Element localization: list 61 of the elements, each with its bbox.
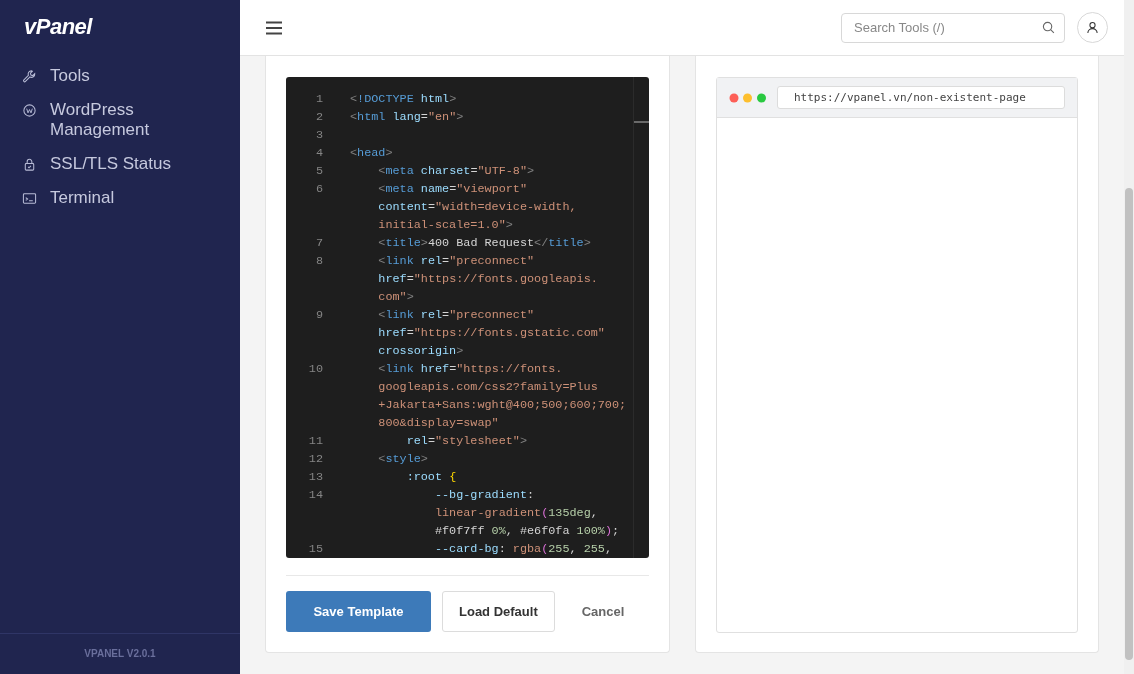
code-line: crossorigin> [377, 343, 464, 360]
nav-item[interactable]: Tools [22, 66, 202, 86]
line-number: 8 [314, 253, 323, 270]
code-line: 800&display=swap" [377, 415, 499, 432]
save-button[interactable]: Save Template [286, 591, 431, 632]
code-line: <link rel="preconnect" [377, 307, 535, 324]
line-number: 12 [307, 451, 323, 468]
code-line: :root { [405, 469, 457, 486]
code-line: <meta charset="UTF-8"> [377, 163, 535, 180]
code-line: rel="stylesheet"> [405, 433, 527, 450]
code-line: #f0f7ff 0%, #e6f0fa 100%); [433, 523, 620, 540]
line-number: 2 [314, 109, 323, 126]
user-icon [1086, 21, 1099, 34]
code-line: <link href="https://fonts. [377, 361, 563, 378]
cancel-button[interactable]: Cancel [565, 591, 641, 632]
line-number: 6 [314, 181, 323, 198]
nav-item[interactable]: SSL/TLS Status [22, 154, 202, 174]
scrollbar[interactable] [1124, 0, 1134, 674]
code-line: --card-bg: rgba(255, 255, [433, 541, 613, 558]
lock-icon [22, 157, 37, 172]
window-dots-icon [729, 92, 767, 103]
line-number: 3 [314, 127, 323, 144]
line-number: 10 [307, 361, 323, 378]
wrench-icon [22, 69, 37, 84]
wordpress-icon [22, 103, 37, 118]
line-number: 7 [314, 235, 323, 252]
code-line: linear-gradient(135deg, [433, 505, 598, 522]
line-number: 9 [314, 307, 323, 324]
code-line: initial-scale=1.0"> [377, 217, 513, 234]
code-line: <meta name="viewport" [377, 181, 528, 198]
menu-icon[interactable] [265, 20, 283, 35]
load-default-button[interactable]: Load Default [442, 591, 555, 632]
search-field[interactable]: Search Tools (/) [841, 12, 1065, 43]
code-line: <html lang="en"> [350, 109, 464, 126]
line-number: 15 [307, 541, 323, 558]
code-line: <head> [350, 145, 393, 162]
code-line: <link rel="preconnect" [377, 253, 535, 270]
line-number: 1 [314, 91, 323, 108]
search-icon [1042, 20, 1055, 34]
code-line: <!DOCTYPE html> [350, 91, 457, 108]
scrollbar-thumb[interactable] [1125, 188, 1133, 660]
code-editor[interactable] [286, 77, 649, 558]
line-number: 14 [307, 487, 323, 504]
logo: vPanel [23, 13, 94, 41]
line-number: 5 [314, 163, 323, 180]
terminal-icon [22, 191, 37, 206]
code-line: com"> [377, 289, 414, 306]
code-line: <style> [377, 451, 428, 468]
url-field[interactable]: https://vpanel.vn/non-existent-page [777, 86, 1065, 109]
nav-item[interactable]: WordPress Management [22, 100, 202, 140]
code-line: href="https://fonts.gstatic.com" [377, 325, 605, 342]
code-line: <title>400 Bad Request</title> [377, 235, 591, 252]
code-line: +Jakarta+Sans:wght@400;500;600;700; [377, 397, 627, 414]
code-line: href="https://fonts.googleapis. [377, 271, 598, 288]
code-line: googleapis.com/css2?family=Plus [377, 379, 598, 396]
nav-item[interactable]: Terminal [22, 188, 202, 208]
line-number: 11 [307, 433, 323, 450]
code-line: --bg-gradient: [433, 487, 535, 504]
line-number: 13 [307, 469, 323, 486]
line-number: 4 [314, 145, 323, 162]
code-line: content="width=device-width, [377, 199, 577, 216]
